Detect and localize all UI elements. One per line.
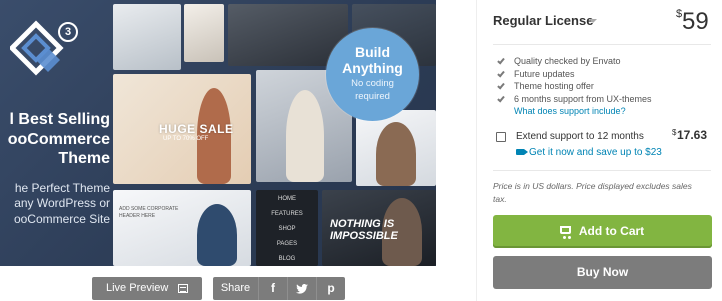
check-icon [497,69,505,78]
license-price: 59 [682,8,709,35]
pinterest-share-button[interactable]: p [316,277,345,300]
facebook-icon: f [271,281,275,295]
promo-title-line: Theme [58,150,110,167]
preview-thumbnail-impossible: NOTHING IS IMPOSSIBLE [322,190,436,266]
check-icon [497,94,505,103]
twitter-icon [296,284,308,294]
feature-item: Theme hosting offer [496,80,652,93]
badge-title-line: Build [355,44,390,60]
purchase-panel: Regular License $ 59 Quality checked by … [476,0,722,301]
badge-title-line: Anything [342,60,403,76]
promo-title-line: l Best Selling [9,111,110,128]
add-to-cart-label: Add to Cart [578,224,645,238]
preview-thumbnail [184,4,224,62]
live-preview-button[interactable]: Live Preview [92,277,202,300]
live-preview-label: Live Preview [106,282,169,294]
preview-thumbnail-menu: HOME FEATURES SHOP PAGES BLOG [256,190,318,266]
theme-logo: 3 [8,14,78,90]
badge-sub-line: No coding [351,78,394,89]
model-image [286,90,324,182]
menu-item: FEATURES [271,211,303,217]
feature-text: 6 months support from UX-themes [514,93,652,104]
menu-item: HOME [278,196,296,202]
version-badge: 3 [58,22,78,42]
divider [493,170,711,171]
impossible-line: IMPOSSIBLE [330,230,398,242]
model-image [376,122,416,186]
feature-text: Theme hosting offer [514,81,594,92]
extend-support-price: 17.63 [677,128,708,142]
huge-sale-subtext: UP TO 70% OFF [163,136,209,142]
promo-subtitle: he Perfect Theme any WordPress or ooComm… [0,181,110,228]
add-to-cart-button[interactable]: Add to Cart [493,215,712,248]
model-image [197,204,237,266]
promo-title: l Best Selling ooCommerce Theme [0,110,110,169]
price-note: Price is in US dollars. Price displayed … [493,181,692,204]
check-icon [497,56,505,65]
cart-icon [560,226,571,239]
feature-item: Future updates [496,68,652,81]
build-anything-badge: Build Anything No coding required [326,28,419,121]
promo-sub-line: any WordPress or [14,196,110,210]
menu-item: SHOP [278,226,296,232]
menu-item: BLOG [278,256,296,262]
check-icon [497,81,505,90]
promo-text: l Best Selling ooCommerce Theme he Perfe… [0,110,110,227]
promo-sub-line: ooCommerce Site [13,211,110,226]
extend-currency: $ [672,128,677,137]
impossible-line: NOTHING IS [330,218,395,230]
share-label: Share [213,277,258,300]
extend-support-checkbox[interactable] [496,132,506,142]
corporate-header-text: ADD SOME CORPORATE HEADER HERE [119,206,179,219]
feature-text: Quality checked by Envato [514,56,621,66]
buy-now-label: Buy Now [576,265,629,279]
preview-thumbnail-corporate: ADD SOME CORPORATE HEADER HERE [113,190,251,266]
preview-thumbnail [356,110,436,186]
huge-sale-text: HUGE SALE [159,122,234,136]
menu-list: HOME FEATURES SHOP PAGES BLOG [256,190,318,266]
license-selector[interactable]: Regular License [493,13,593,28]
support-info-link[interactable]: What does support include? [496,105,652,117]
pinterest-icon: p [327,281,335,295]
divider [493,44,711,45]
license-features: Quality checked by Envato Future updates… [496,55,652,117]
promo-sub-line: he Perfect Theme [14,180,110,195]
preview-screen-icon [178,284,188,293]
preview-banner[interactable]: 3 l Best Selling ooCommerce Theme he Per… [0,0,436,266]
twitter-share-button[interactable] [287,277,316,300]
promo-title-line: ooCommerce [7,130,110,148]
feature-text: Future updates [514,68,575,79]
theme-preview: 3 l Best Selling ooCommerce Theme he Per… [0,0,444,301]
chevron-down-icon[interactable] [589,19,597,23]
facebook-share-button[interactable]: f [258,277,287,300]
price-tag-icon [516,149,528,155]
preview-thumbnail-sale: HUGE SALE UP TO 70% OFF [113,74,251,184]
badge-subtitle: No coding required [326,78,419,103]
menu-item: PAGES [276,241,298,247]
feature-item: Quality checked by Envato [496,55,652,68]
buy-now-button[interactable]: Buy Now [493,256,712,289]
impossible-text: NOTHING IS IMPOSSIBLE [330,218,398,242]
extend-support-promo-link[interactable]: Get it now and save up to $23 [529,147,662,158]
badge-title: Build Anything [326,44,419,76]
preview-thumbnail [113,4,181,70]
extend-support-label[interactable]: Extend support to 12 months [516,131,644,142]
feature-item: 6 months support from UX-themes [496,93,652,106]
panel-divider [476,0,477,301]
badge-sub-line: required [355,90,390,102]
